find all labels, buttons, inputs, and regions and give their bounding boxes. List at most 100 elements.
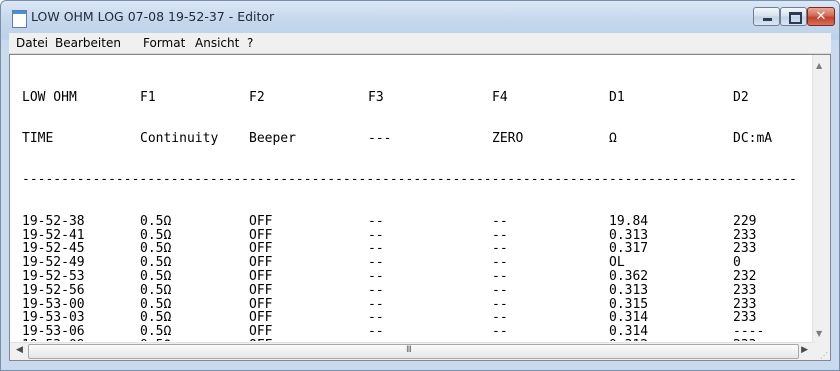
separator-line: ----------------------------------------… [22,173,797,188]
header-cell: F2 [249,89,265,105]
log-cell: 0.312 [609,339,648,341]
log-cell: OFF [249,255,273,271]
log-cell: -- [492,241,508,257]
log-cell: OFF [249,310,273,326]
title-bar[interactable]: LOW OHM LOG 07-08 19-52-37 - Editor ✕ [1,1,839,33]
log-row: 19-52-56 0.5Ω OFF -- -- 0.313 233 [22,282,812,298]
log-cell: 0.5Ω [140,213,172,229]
header-cell: --- [368,130,392,146]
header-cell: DC:mA [733,130,773,146]
horizontal-scrollbar[interactable]: ◀ III ▶ [10,342,815,360]
menu-ansicht[interactable]: Ansicht [195,36,239,50]
log-cell: 0.313 [609,227,649,243]
log-cell: 19-53-03 [22,310,85,326]
header-row-2: TIME Continuity Beeper --- ZERO Ω DC:mA [22,132,812,146]
log-cell: -- [492,255,508,271]
scroll-right-icon[interactable]: ▶ [801,345,808,355]
log-cell: OFF [249,296,273,312]
log-cell: OFF [249,268,273,284]
log-cell: 19-52-53 [22,268,85,284]
header-cell: D2 [733,89,749,105]
header-cell: Continuity [140,130,219,146]
scroll-left-icon[interactable]: ◀ [16,345,23,355]
log-row: 19-52-49 0.5Ω OFF -- -- OL 0 [22,256,812,270]
log-row: 19-52-53 0.5Ω OFF -- -- 0.362 232 [22,270,812,284]
log-cell: 0.5Ω [140,296,172,312]
log-cell: 19.84 [609,213,649,229]
log-cell: 0.5Ω [140,227,172,243]
log-cell: 232 [733,268,757,284]
log-cell: -- [368,241,384,257]
log-cell: -- [368,213,384,229]
log-row: 19-53-09 0.5Ω OFF -- -- 0.312 233 [22,339,812,341]
log-cell: OFF [249,213,273,229]
header-cell: LOW OHM [22,89,77,105]
log-cell: 19-52-49 [22,255,85,271]
log-cell: 229 [733,213,757,229]
log-cell: 0 [733,255,741,271]
log-cell: -- [492,282,508,298]
close-button[interactable]: ✕ [807,7,835,26]
log-cell: 233 [733,339,756,341]
thumb-grip: III [406,345,412,355]
editor-window: LOW OHM LOG 07-08 19-52-37 - Editor ✕ Da… [0,0,840,371]
log-cell: -- [492,310,508,326]
log-cell: OFF [249,227,273,243]
log-row: 19-53-06 0.5Ω OFF -- -- 0.314 ---- [22,325,812,339]
log-cell: OFF [249,282,273,298]
log-cell: -- [492,268,508,284]
log-cell: 19-52-45 [22,241,85,257]
log-cell: 0.5Ω [140,255,172,271]
scroll-up-icon[interactable]: ▲ [816,61,822,70]
log-cell: 233 [733,227,757,243]
log-cell: OFF [249,339,272,341]
log-cell: 0.315 [609,296,649,312]
resize-grip[interactable]: ⋰ [813,343,830,360]
header-row-1: LOW OHM F1 F2 F3 F4 D1 D2 [22,89,812,105]
window-title: LOW OHM LOG 07-08 19-52-37 - Editor [31,9,275,24]
scroll-down-icon[interactable]: ▼ [816,329,822,338]
vertical-scrollbar[interactable]: ▲ ▼ [812,55,830,344]
resize-grip-icon: ⋰ [820,351,828,360]
log-row: 19-53-00 0.5Ω OFF -- -- 0.315 233 [22,296,812,312]
log-cell: 233 [733,241,757,257]
header-cell: TIME [22,130,54,146]
log-cell: ---- [733,324,765,340]
menu-bearbeiten[interactable]: Bearbeiten [55,36,121,50]
header-cell: Beeper [249,130,296,146]
log-content: LOW OHM F1 F2 F3 F4 D1 D2 TIME Continuit… [22,63,812,341]
log-cell: -- [368,268,384,284]
log-cell: OFF [249,241,273,257]
log-cell: -- [368,296,384,312]
log-cell: 19-52-38 [22,213,85,229]
menu-format[interactable]: Format [143,36,185,50]
log-row: 19-52-38 0.5Ω OFF -- -- 19.84 229 [22,213,812,229]
header-cell: ZERO [492,130,524,146]
log-cell: 19-53-00 [22,296,85,312]
text-area[interactable]: LOW OHM F1 F2 F3 F4 D1 D2 TIME Continuit… [9,54,831,361]
log-row: 19-53-03 0.5Ω OFF -- -- 0.314 233 [22,311,812,325]
close-icon: ✕ [815,9,827,24]
log-cell: 0.5Ω [140,268,172,284]
log-cell: -- [368,282,384,298]
log-cell: 0.5Ω [140,310,172,326]
log-row: 19-52-41 0.5Ω OFF -- -- 0.313 233 [22,227,812,243]
maximize-button[interactable] [780,7,807,26]
horizontal-scroll-thumb[interactable]: III [28,344,799,359]
log-cell: -- [492,296,508,312]
log-cell: 233 [733,296,757,312]
log-cell: -- [368,227,384,243]
log-cell: OFF [249,324,273,340]
menu-help[interactable]: ? [247,36,253,50]
log-cell: 0.5Ω [140,339,171,341]
log-cell: 0.362 [609,268,649,284]
log-cell: 0.5Ω [140,324,172,340]
minimize-button[interactable] [753,7,780,26]
header-cell: D1 [609,89,625,105]
minimize-icon [763,18,772,21]
log-cell: 233 [733,310,757,326]
menu-datei[interactable]: Datei [16,36,48,50]
log-cell: -- [368,324,384,340]
header-cell: F4 [492,89,508,105]
header-cell: F3 [368,89,384,105]
